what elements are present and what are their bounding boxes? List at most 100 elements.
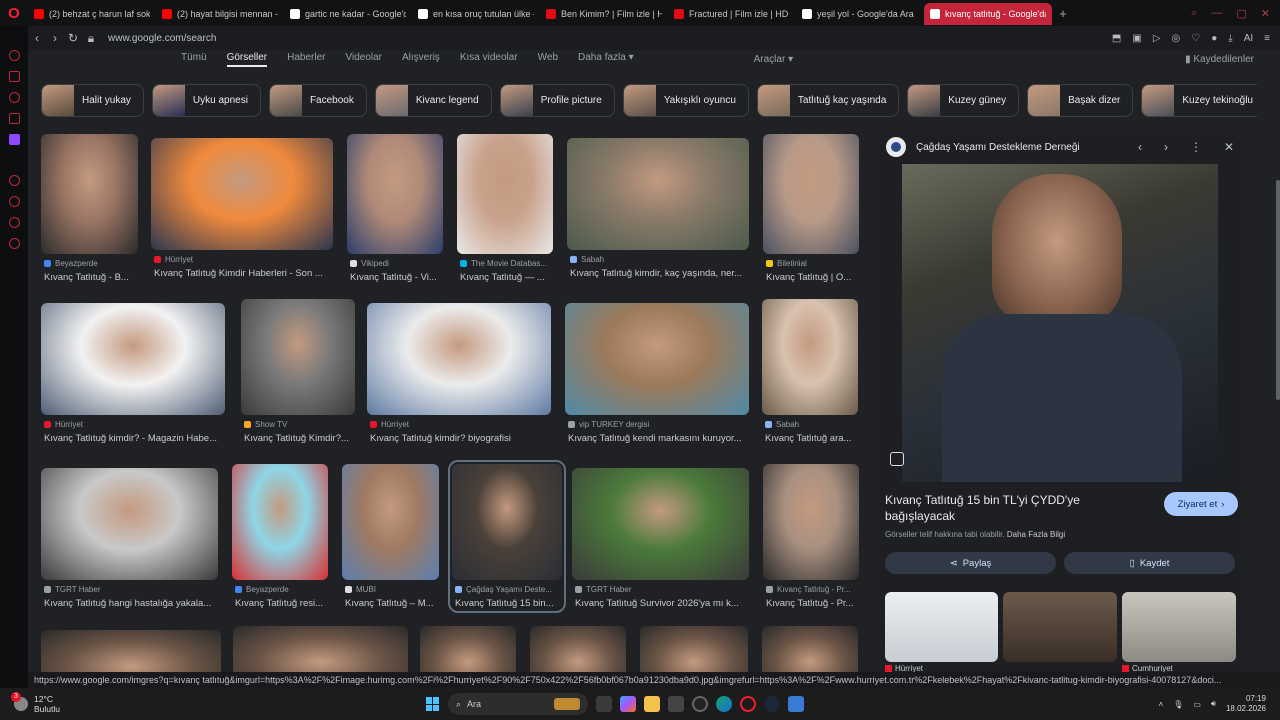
result-thumbnail[interactable] [452,464,562,580]
result-source[interactable]: Beyazperde [232,585,328,594]
steam-icon[interactable] [764,696,780,712]
saved-button[interactable]: ▮ Kaydedilenler [1185,54,1254,65]
history-icon[interactable] [8,196,20,207]
music-icon[interactable] [8,113,20,124]
search-tab[interactable]: Haberler [287,52,325,67]
result-title[interactable]: Kıvanç Tatlıtuğ - B... [41,272,138,283]
opera-icon[interactable] [740,696,756,712]
result-thumbnail[interactable] [565,303,749,415]
search-tab[interactable]: Daha fazla ▾ [578,52,634,67]
vpn-icon[interactable]: ◎ [1172,33,1181,44]
image-result[interactable]: TGRT Haber Kıvanç Tatlıtuğ Survivor 2026'… [572,468,749,609]
pin-icon[interactable]: ⬒ [1112,33,1121,44]
search-tab[interactable]: Alışveriş [402,52,440,67]
result-source[interactable]: Hürriyet [367,420,551,429]
menu-icon[interactable]: ≡ [1264,33,1270,44]
chevron-up-icon[interactable]: ˄ [1159,700,1164,709]
image-result[interactable]: Show TV Kıvanç Tatlıtuğ Kimdir?... [241,299,355,444]
related-search-chip[interactable]: Başak dizer [1027,84,1134,117]
minimize-icon[interactable]: — [1211,7,1222,20]
image-result[interactable]: Sabah Kıvanç Tatlıtuğ kimdir, kaç yaşında… [567,138,749,279]
related-search-chip[interactable]: Facebook [268,84,367,117]
image-result[interactable] [420,626,516,672]
result-title[interactable]: Kıvanç Tatlıtuğ kimdir, kaç yaşında, ner… [567,268,749,279]
learn-more-link[interactable]: Daha Fazla Bilgi [1007,530,1065,539]
back-icon[interactable]: ‹ [28,31,46,45]
result-thumbnail[interactable] [567,138,749,250]
result-title[interactable]: Kıvanç Tatlıtuğ — ... [457,272,553,283]
preview-image[interactable] [902,164,1218,482]
result-thumbnail[interactable] [41,303,225,415]
browser-tab[interactable]: en kısa oruç tutulan ülke - [412,3,540,25]
image-result[interactable] [640,626,748,672]
browser-tab[interactable]: Fractured | Film izle | HD F [668,3,796,25]
result-source[interactable]: Beyazperde [41,259,138,268]
result-thumbnail[interactable] [241,299,355,415]
image-result[interactable]: Hürriyet Kıvanç Tatlıtuğ kimdir? biyograf… [367,303,551,444]
opera-logo-icon[interactable]: O [0,0,28,26]
preview-title[interactable]: Kıvanç Tatlıtuğ 15 bin TL'yi ÇYDD'ye bağ… [885,492,1115,524]
image-result[interactable]: TGRT Haber Kıvanç Tatlıtuğ hangi hastalığ… [41,468,218,609]
tools-menu[interactable]: Araçlar ▾ [754,54,793,65]
new-tab-button[interactable]: + [1052,6,1074,21]
more-icon[interactable]: ⋮ [1190,140,1202,154]
result-title[interactable]: Kıvanç Tatlıtuğ ara... [762,433,858,444]
result-title[interactable]: Kıvanç Tatlıtuğ 15 bin... [452,598,562,609]
image-result[interactable]: Çağdaş Yaşamı Deste... Kıvanç Tatlıtuğ 15… [448,460,566,613]
store-icon[interactable] [668,696,684,712]
search-tab[interactable]: Kısa videolar [460,52,518,67]
related-search-chip[interactable]: Halit yukay [41,84,144,117]
search-tab[interactable]: Web [538,52,558,67]
related-search-chip[interactable]: Kuzey güney [907,84,1020,117]
result-thumbnail[interactable] [342,464,439,580]
result-thumbnail[interactable] [347,134,443,254]
monitor-icon[interactable]: ▭ [1193,700,1201,709]
related-image[interactable] [1122,592,1236,662]
image-result[interactable]: vip TURKEY dergisi Kıvanç Tatlıtuğ kendi … [565,303,749,444]
result-source[interactable]: vip TURKEY dergisi [565,420,749,429]
image-result[interactable]: Hürriyet Kıvanç Tatlıtuğ kimdir? - Magazi… [41,303,225,444]
result-title[interactable]: Kıvanç Tatlıtuğ - Pr... [763,598,859,609]
browser-tab[interactable]: (2) hayat bilgisi mennan - [156,3,284,25]
heart-icon[interactable]: ♡ [1191,33,1200,44]
result-thumbnail[interactable] [151,138,333,250]
image-result[interactable]: Biletinial Kıvanç Tatlıtuğ | O... [763,134,859,283]
forward-icon[interactable]: › [46,31,64,45]
result-title[interactable]: Kıvanç Tatlıtuğ | O... [763,272,859,283]
image-result[interactable]: Sabah Kıvanç Tatlıtuğ ara... [762,299,858,444]
twitch-icon[interactable] [8,134,20,145]
result-source[interactable]: Çağdaş Yaşamı Deste... [452,585,562,594]
result-thumbnail[interactable] [530,626,626,672]
result-thumbnail[interactable] [640,626,748,672]
edge-icon[interactable] [716,696,732,712]
result-thumbnail[interactable] [41,468,218,580]
result-title[interactable]: Kıvanç Tatlıtuğ hangi hastalığa yakala..… [41,598,218,609]
image-result[interactable]: Vikipedi Kıvanç Tatlıtuğ - Vi... [347,134,443,283]
microphone-icon[interactable]: 🎙︎ [1173,700,1183,709]
result-thumbnail[interactable] [41,134,138,254]
related-search-chip[interactable]: Tatlıtuğ kaç yaşında [756,84,900,117]
browser-tab[interactable]: kıvanç tatlıtuğ - Google'da [924,3,1052,25]
result-source[interactable]: Show TV [241,420,355,429]
result-title[interactable]: Kıvanç Tatlıtuğ Kimdir Haberleri - Son .… [151,268,333,279]
image-result[interactable]: Beyazperde Kıvanç Tatlıtuğ resi... [232,464,328,609]
github-icon[interactable] [692,696,708,712]
search-tab[interactable]: Tümü [181,52,207,67]
result-title[interactable]: Kıvanç Tatlıtuğ kendi markasını kuruyor.… [565,433,749,444]
search-icon[interactable]: ⌕ [1191,7,1197,20]
player-icon[interactable] [8,175,20,186]
close-icon[interactable]: ✕ [1224,140,1234,154]
reload-icon[interactable]: ↻ [64,31,82,45]
download-icon[interactable]: ⤓ [1228,33,1232,44]
visit-button[interactable]: Ziyaret et › [1164,492,1238,516]
messenger-icon[interactable] [8,71,20,82]
result-thumbnail[interactable] [233,626,408,672]
next-icon[interactable]: › [1164,140,1168,154]
profile-icon[interactable]: ● [1211,33,1217,44]
file-explorer-icon[interactable] [644,696,660,712]
notepad-icon[interactable] [788,696,804,712]
result-source[interactable]: Sabah [762,420,858,429]
image-result[interactable]: Kıvanç Tatlıtuğ - Pr... Kıvanç Tatlıtuğ -… [763,464,859,609]
wallet-icon[interactable] [8,92,20,103]
result-source[interactable]: Biletinial [763,259,859,268]
